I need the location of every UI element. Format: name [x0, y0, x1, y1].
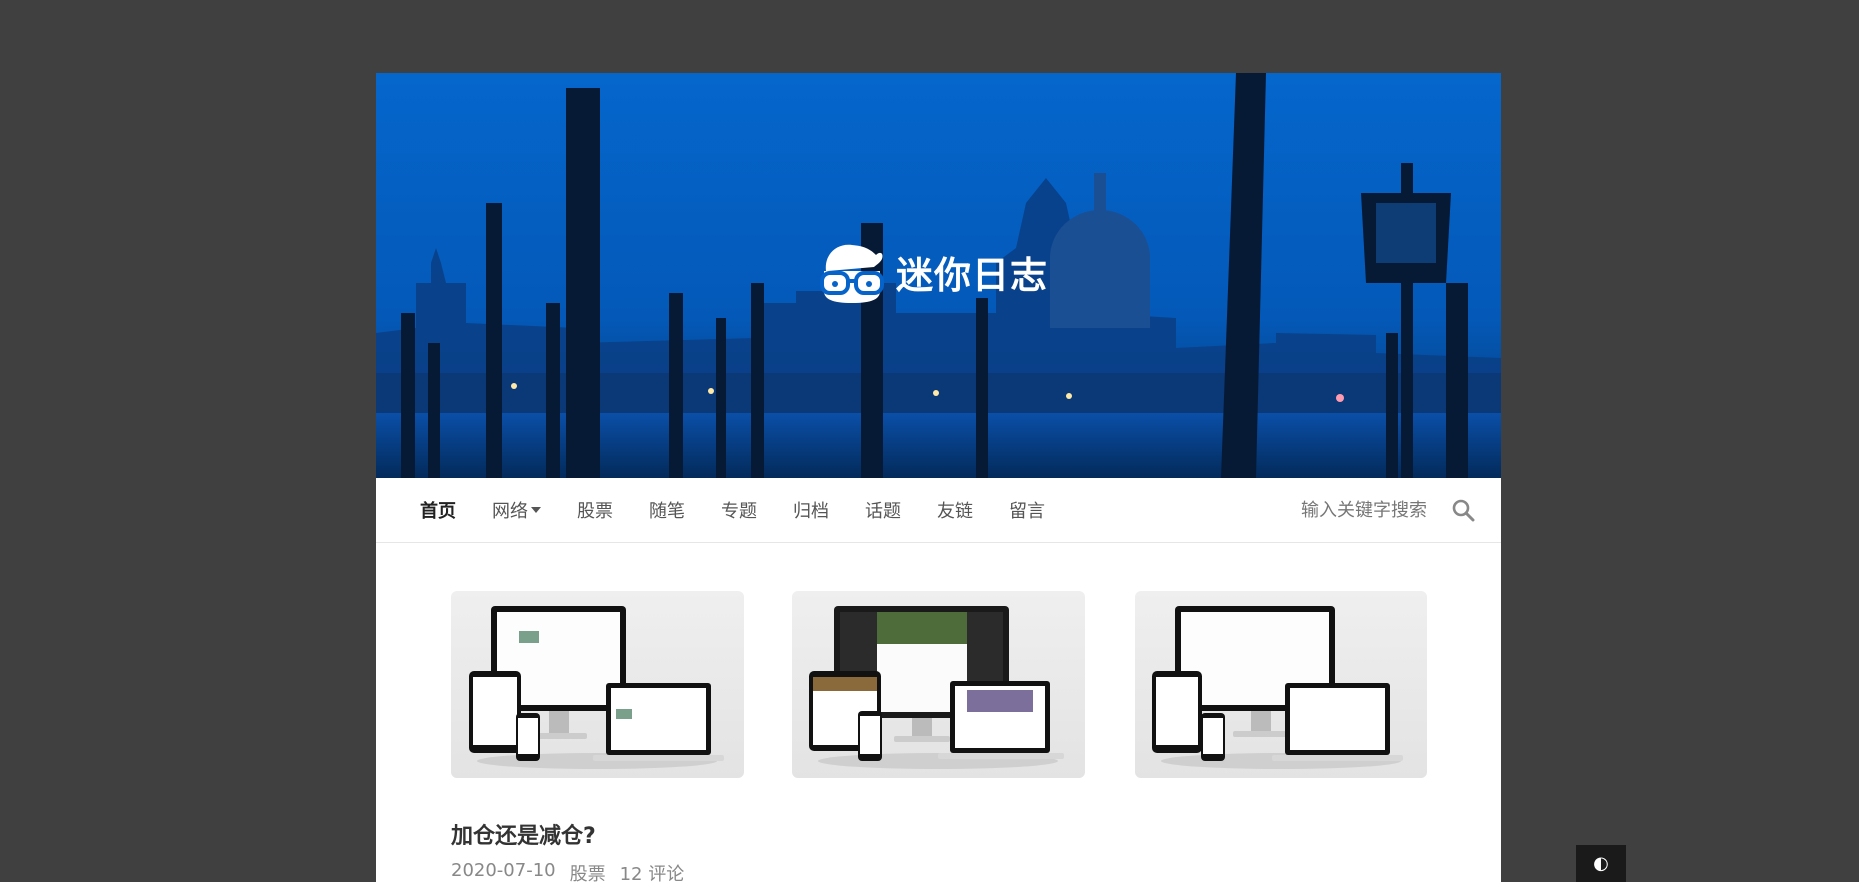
featured-card-3[interactable]	[1135, 591, 1427, 778]
nav-item-label: 话题	[865, 501, 901, 522]
post-comments[interactable]: 12 评论	[620, 860, 685, 882]
nav-item-label: 友链	[937, 501, 973, 522]
search-input[interactable]	[1275, 498, 1429, 522]
responsive-devices-image	[1152, 606, 1403, 769]
glasses-face-icon	[820, 244, 884, 303]
nav-item-topics[interactable]: 专题	[721, 497, 757, 523]
header-banner: 迷你日志	[376, 73, 1501, 478]
half-circle-icon: ◐	[1593, 853, 1609, 874]
site-logo-text: 迷你日志	[896, 254, 1048, 297]
post-meta: 2020-07-10 股票 12 评论	[451, 860, 698, 882]
nav-item-label: 留言	[1009, 501, 1045, 522]
theme-toggle-button[interactable]: ◐	[1576, 845, 1626, 882]
search-icon[interactable]	[1451, 498, 1475, 522]
post-title[interactable]: 加仓还是减仓?	[451, 818, 698, 850]
nav-item-archive[interactable]: 归档	[793, 497, 829, 523]
nav-item-label: 首页	[420, 501, 456, 522]
caret-down-icon	[531, 507, 541, 513]
page-container: 迷你日志 首页 网络 股票 随笔 专题 归档 话题 友链 留言 输入关键字搜索 …	[376, 73, 1501, 882]
nav-item-label: 专题	[721, 501, 757, 522]
main-navigation: 首页 网络 股票 随笔 专题 归档 话题 友链 留言	[376, 478, 1501, 543]
nav-item-label: 归档	[793, 501, 829, 522]
nav-item-guestbook[interactable]: 留言	[1009, 497, 1045, 523]
nav-item-friend-links[interactable]: 友链	[937, 497, 973, 523]
nav-item-label: 网络	[492, 501, 528, 522]
post-summary: 加仓还是减仓? 2020-07-10 股票 12 评论	[451, 818, 698, 882]
post-category[interactable]: 股票	[570, 860, 606, 882]
nav-item-essays[interactable]: 随笔	[649, 497, 685, 523]
nav-item-discussions[interactable]: 话题	[865, 497, 901, 523]
search-box	[1275, 478, 1475, 542]
featured-card-2[interactable]	[792, 591, 1085, 778]
featured-cards	[451, 591, 1475, 778]
nav-item-label: 随笔	[649, 501, 685, 522]
nav-item-stocks[interactable]: 股票	[577, 497, 613, 523]
nav-item-label: 股票	[577, 501, 613, 522]
post-date: 2020-07-10	[451, 860, 556, 881]
featured-card-1[interactable]	[451, 591, 744, 778]
responsive-devices-image	[809, 606, 1064, 769]
site-logo[interactable]: 迷你日志	[818, 241, 1048, 303]
responsive-devices-image	[469, 606, 724, 769]
nav-item-home[interactable]: 首页	[420, 497, 456, 523]
nav-menu: 首页 网络 股票 随笔 专题 归档 话题 友链 留言	[420, 478, 1081, 542]
nav-item-network[interactable]: 网络	[492, 497, 541, 523]
